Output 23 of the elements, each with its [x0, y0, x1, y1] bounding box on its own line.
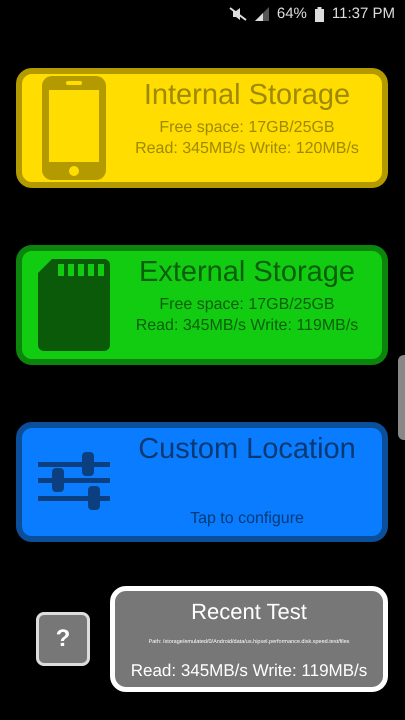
- recent-test-title: Recent Test: [191, 598, 307, 626]
- card-detail: Free space: 17GB/25GB: [159, 294, 335, 315]
- card-detail: Tap to configure: [190, 509, 304, 530]
- card-detail: Read: 345MB/s Write: 120MB/s: [135, 138, 359, 159]
- sliders-icon: [38, 452, 110, 512]
- speed-result: Read: 345MB/s Write: 119MB/s: [130, 660, 368, 682]
- sd-card-icon: [38, 259, 110, 351]
- mute-icon: [228, 7, 247, 21]
- storage-card[interactable]: Custom Location Tap to configure: [16, 422, 388, 542]
- phone-icon: [42, 76, 106, 180]
- card-detail: Read: 345MB/s Write: 119MB/s: [136, 316, 358, 336]
- side-handle[interactable]: [398, 355, 405, 440]
- help-button[interactable]: ?: [36, 612, 90, 666]
- storage-card[interactable]: External Storage Free space: 17GB/25GB Read: 345MB/s Write: 119MB/s: [16, 245, 388, 365]
- card-title: Custom Location: [138, 434, 356, 466]
- card-title: Internal Storage: [144, 80, 350, 112]
- clock: 11:37 PM: [332, 4, 395, 24]
- card-detail: Free space: 17GB/25GB: [159, 118, 335, 138]
- card-title: External Storage: [138, 257, 355, 289]
- signal-icon: [254, 7, 269, 21]
- battery-icon: [314, 6, 324, 22]
- battery-percent: 64%: [276, 4, 307, 24]
- storage-card[interactable]: Internal Storage Free space: 17GB/25GB Read: 345MB/s Write: 120MB/s: [16, 68, 388, 188]
